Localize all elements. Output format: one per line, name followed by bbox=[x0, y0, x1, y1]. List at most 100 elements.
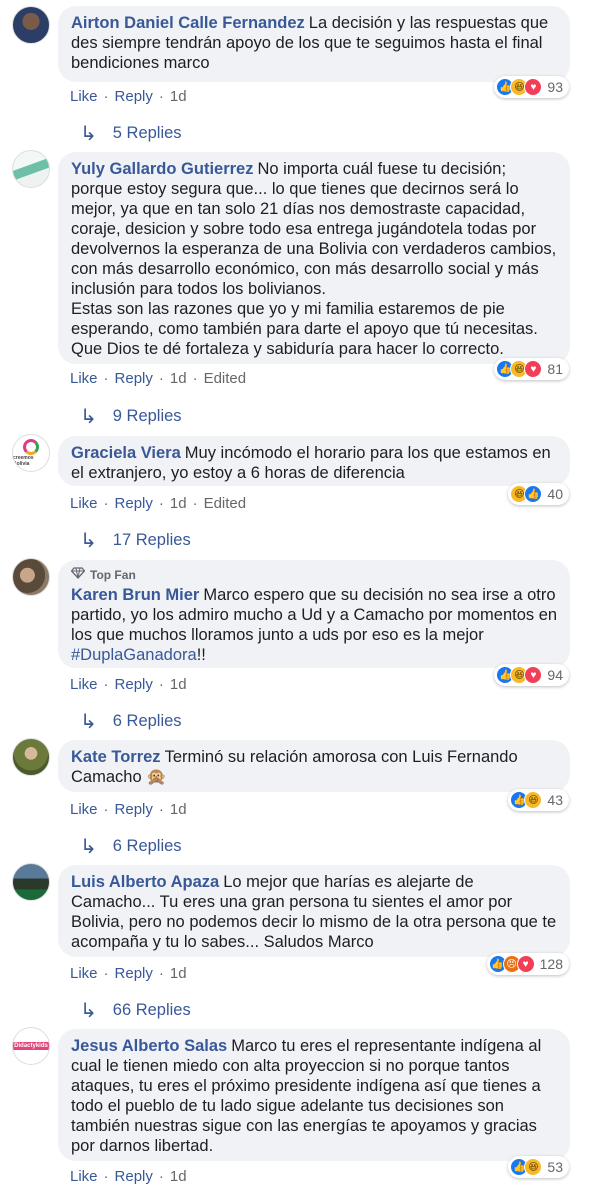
hashtag-link[interactable]: #DuplaGanadora bbox=[71, 646, 197, 664]
like-button[interactable]: Like bbox=[70, 676, 98, 693]
comment-actions: Like · Reply · 1d bbox=[70, 676, 187, 693]
comment-bubble: Kate Torrez Terminó su relación amorosa c… bbox=[58, 740, 570, 792]
view-replies-link[interactable]: ↳ 17 Replies bbox=[80, 528, 191, 553]
avatar[interactable] bbox=[12, 6, 50, 44]
top-fan-label: Top Fan bbox=[90, 568, 136, 582]
comment-author[interactable]: Luis Alberto Apaza bbox=[71, 873, 219, 891]
reactions-summary[interactable]: 👍 😠 ♥ 128 bbox=[486, 953, 569, 975]
comment-actions: Like · Reply · 1d · Edited bbox=[70, 495, 247, 512]
avatar[interactable] bbox=[12, 863, 50, 901]
comment-author[interactable]: Karen Brun Mier bbox=[71, 586, 199, 604]
like-button[interactable]: Like bbox=[70, 1168, 98, 1185]
avatar[interactable] bbox=[12, 738, 50, 776]
comment-author[interactable]: Graciela Viera bbox=[71, 444, 181, 462]
reaction-count: 128 bbox=[539, 956, 563, 972]
replies-count[interactable]: 6 Replies bbox=[113, 837, 182, 856]
comment-time[interactable]: 1d bbox=[170, 965, 187, 982]
replies-count[interactable]: 66 Replies bbox=[113, 1001, 191, 1020]
haha-reaction-icon: 😆 bbox=[524, 791, 543, 809]
reply-button[interactable]: Reply bbox=[115, 801, 153, 818]
avatar[interactable] bbox=[12, 558, 50, 596]
reactions-summary[interactable]: 👍 😆 ♥ 81 bbox=[494, 358, 569, 380]
like-button[interactable]: Like bbox=[70, 370, 98, 387]
like-button[interactable]: Like bbox=[70, 88, 98, 105]
comment-text-continued: Estas son las razones que yo y mi famili… bbox=[71, 300, 538, 358]
creemos-logo-icon bbox=[23, 439, 39, 455]
comment-time[interactable]: 1d bbox=[170, 370, 187, 387]
reactions-summary[interactable]: 😆 👍 40 bbox=[508, 483, 569, 505]
love-reaction-icon: ♥ bbox=[524, 666, 543, 684]
avatar[interactable]: Didactykids bbox=[12, 1027, 50, 1065]
reaction-count: 43 bbox=[547, 792, 563, 808]
comment-author[interactable]: Airton Daniel Calle Fernandez bbox=[71, 14, 305, 32]
comment-text: No importa cuál fuese tu decisión; porqu… bbox=[71, 160, 557, 298]
reaction-count: 93 bbox=[547, 79, 563, 95]
love-reaction-icon: ♥ bbox=[524, 78, 543, 96]
like-reaction-icon: 👍 bbox=[524, 485, 543, 503]
comment-time[interactable]: 1d bbox=[170, 1168, 187, 1185]
haha-reaction-icon: 😆 bbox=[524, 1158, 543, 1176]
reactions-summary[interactable]: 👍 😆 ♥ 94 bbox=[494, 664, 569, 686]
view-replies-link[interactable]: ↳ 66 Replies bbox=[80, 998, 191, 1023]
replies-count[interactable]: 9 Replies bbox=[113, 407, 182, 426]
comment-text-end: !! bbox=[196, 646, 206, 664]
avatar-logo-text: Didactykids bbox=[13, 1042, 49, 1050]
reply-button[interactable]: Reply bbox=[115, 965, 153, 982]
comment-actions: Like · Reply · 1d bbox=[70, 801, 187, 818]
view-replies-link[interactable]: ↳ 6 Replies bbox=[80, 709, 182, 734]
comment-time[interactable]: 1d bbox=[170, 801, 187, 818]
comment-author[interactable]: Kate Torrez bbox=[71, 748, 161, 766]
comment-bubble: Airton Daniel Calle Fernandez La decisión… bbox=[58, 6, 570, 82]
reply-button[interactable]: Reply bbox=[115, 495, 153, 512]
love-reaction-icon: ♥ bbox=[524, 360, 543, 378]
reactions-summary[interactable]: 👍 😆 53 bbox=[508, 1156, 569, 1178]
comment-author[interactable]: Yuly Gallardo Gutierrez bbox=[71, 160, 253, 178]
reactions-summary[interactable]: 👍 😆 43 bbox=[508, 789, 569, 811]
reply-button[interactable]: Reply bbox=[115, 370, 153, 387]
avatar[interactable]: creemos Bolivia bbox=[12, 434, 50, 472]
diamond-icon bbox=[70, 567, 86, 583]
reaction-count: 81 bbox=[547, 361, 563, 377]
like-button[interactable]: Like bbox=[70, 965, 98, 982]
comment-bubble: Graciela Viera Muy incómodo el horario pa… bbox=[58, 436, 570, 486]
like-button[interactable]: Like bbox=[70, 801, 98, 818]
comment-actions: Like · Reply · 1d bbox=[70, 88, 187, 105]
edited-label[interactable]: Edited bbox=[204, 370, 247, 387]
replies-count[interactable]: 17 Replies bbox=[113, 531, 191, 550]
reply-arrow-icon: ↳ bbox=[80, 123, 97, 145]
comment-actions: Like · Reply · 1d · Edited bbox=[70, 370, 247, 387]
view-replies-link[interactable]: ↳ 6 Replies bbox=[80, 834, 182, 859]
reply-arrow-icon: ↳ bbox=[80, 406, 97, 428]
reaction-count: 40 bbox=[547, 486, 563, 502]
comment-time[interactable]: 1d bbox=[170, 495, 187, 512]
comment-actions: Like · Reply · 1d bbox=[70, 965, 187, 982]
avatar-logo-text: creemos Bolivia bbox=[13, 455, 34, 467]
comment-actions: Like · Reply · 1d bbox=[70, 1168, 187, 1185]
reactions-summary[interactable]: 👍 😆 ♥ 93 bbox=[494, 76, 569, 98]
comment-author[interactable]: Jesus Alberto Salas bbox=[71, 1037, 227, 1055]
reaction-count: 94 bbox=[547, 667, 563, 683]
view-replies-link[interactable]: ↳ 5 Replies bbox=[80, 121, 182, 146]
view-replies-link[interactable]: ↳ 9 Replies bbox=[80, 404, 182, 429]
reaction-count: 53 bbox=[547, 1159, 563, 1175]
love-reaction-icon: ♥ bbox=[516, 955, 535, 973]
reply-button[interactable]: Reply bbox=[115, 676, 153, 693]
replies-count[interactable]: 5 Replies bbox=[113, 124, 182, 143]
comment-time[interactable]: 1d bbox=[170, 88, 187, 105]
comment-bubble: Yuly Gallardo Gutierrez No importa cuál f… bbox=[58, 152, 570, 364]
reply-button[interactable]: Reply bbox=[115, 1168, 153, 1185]
edited-label[interactable]: Edited bbox=[204, 495, 247, 512]
comment-bubble: Luis Alberto Apaza Lo mejor que harías es… bbox=[58, 865, 570, 957]
comment-bubble: Jesus Alberto Salas Marco tu eres el repr… bbox=[58, 1029, 570, 1161]
reply-arrow-icon: ↳ bbox=[80, 530, 97, 552]
replies-count[interactable]: 6 Replies bbox=[113, 712, 182, 731]
comment-bubble: Top Fan Karen Brun Mier Marco espero que … bbox=[58, 560, 570, 668]
comment-time[interactable]: 1d bbox=[170, 676, 187, 693]
reply-button[interactable]: Reply bbox=[115, 88, 153, 105]
avatar[interactable] bbox=[12, 150, 50, 188]
reply-arrow-icon: ↳ bbox=[80, 1000, 97, 1022]
like-button[interactable]: Like bbox=[70, 495, 98, 512]
top-fan-badge[interactable]: Top Fan bbox=[70, 567, 558, 583]
reply-arrow-icon: ↳ bbox=[80, 836, 97, 858]
reply-arrow-icon: ↳ bbox=[80, 711, 97, 733]
